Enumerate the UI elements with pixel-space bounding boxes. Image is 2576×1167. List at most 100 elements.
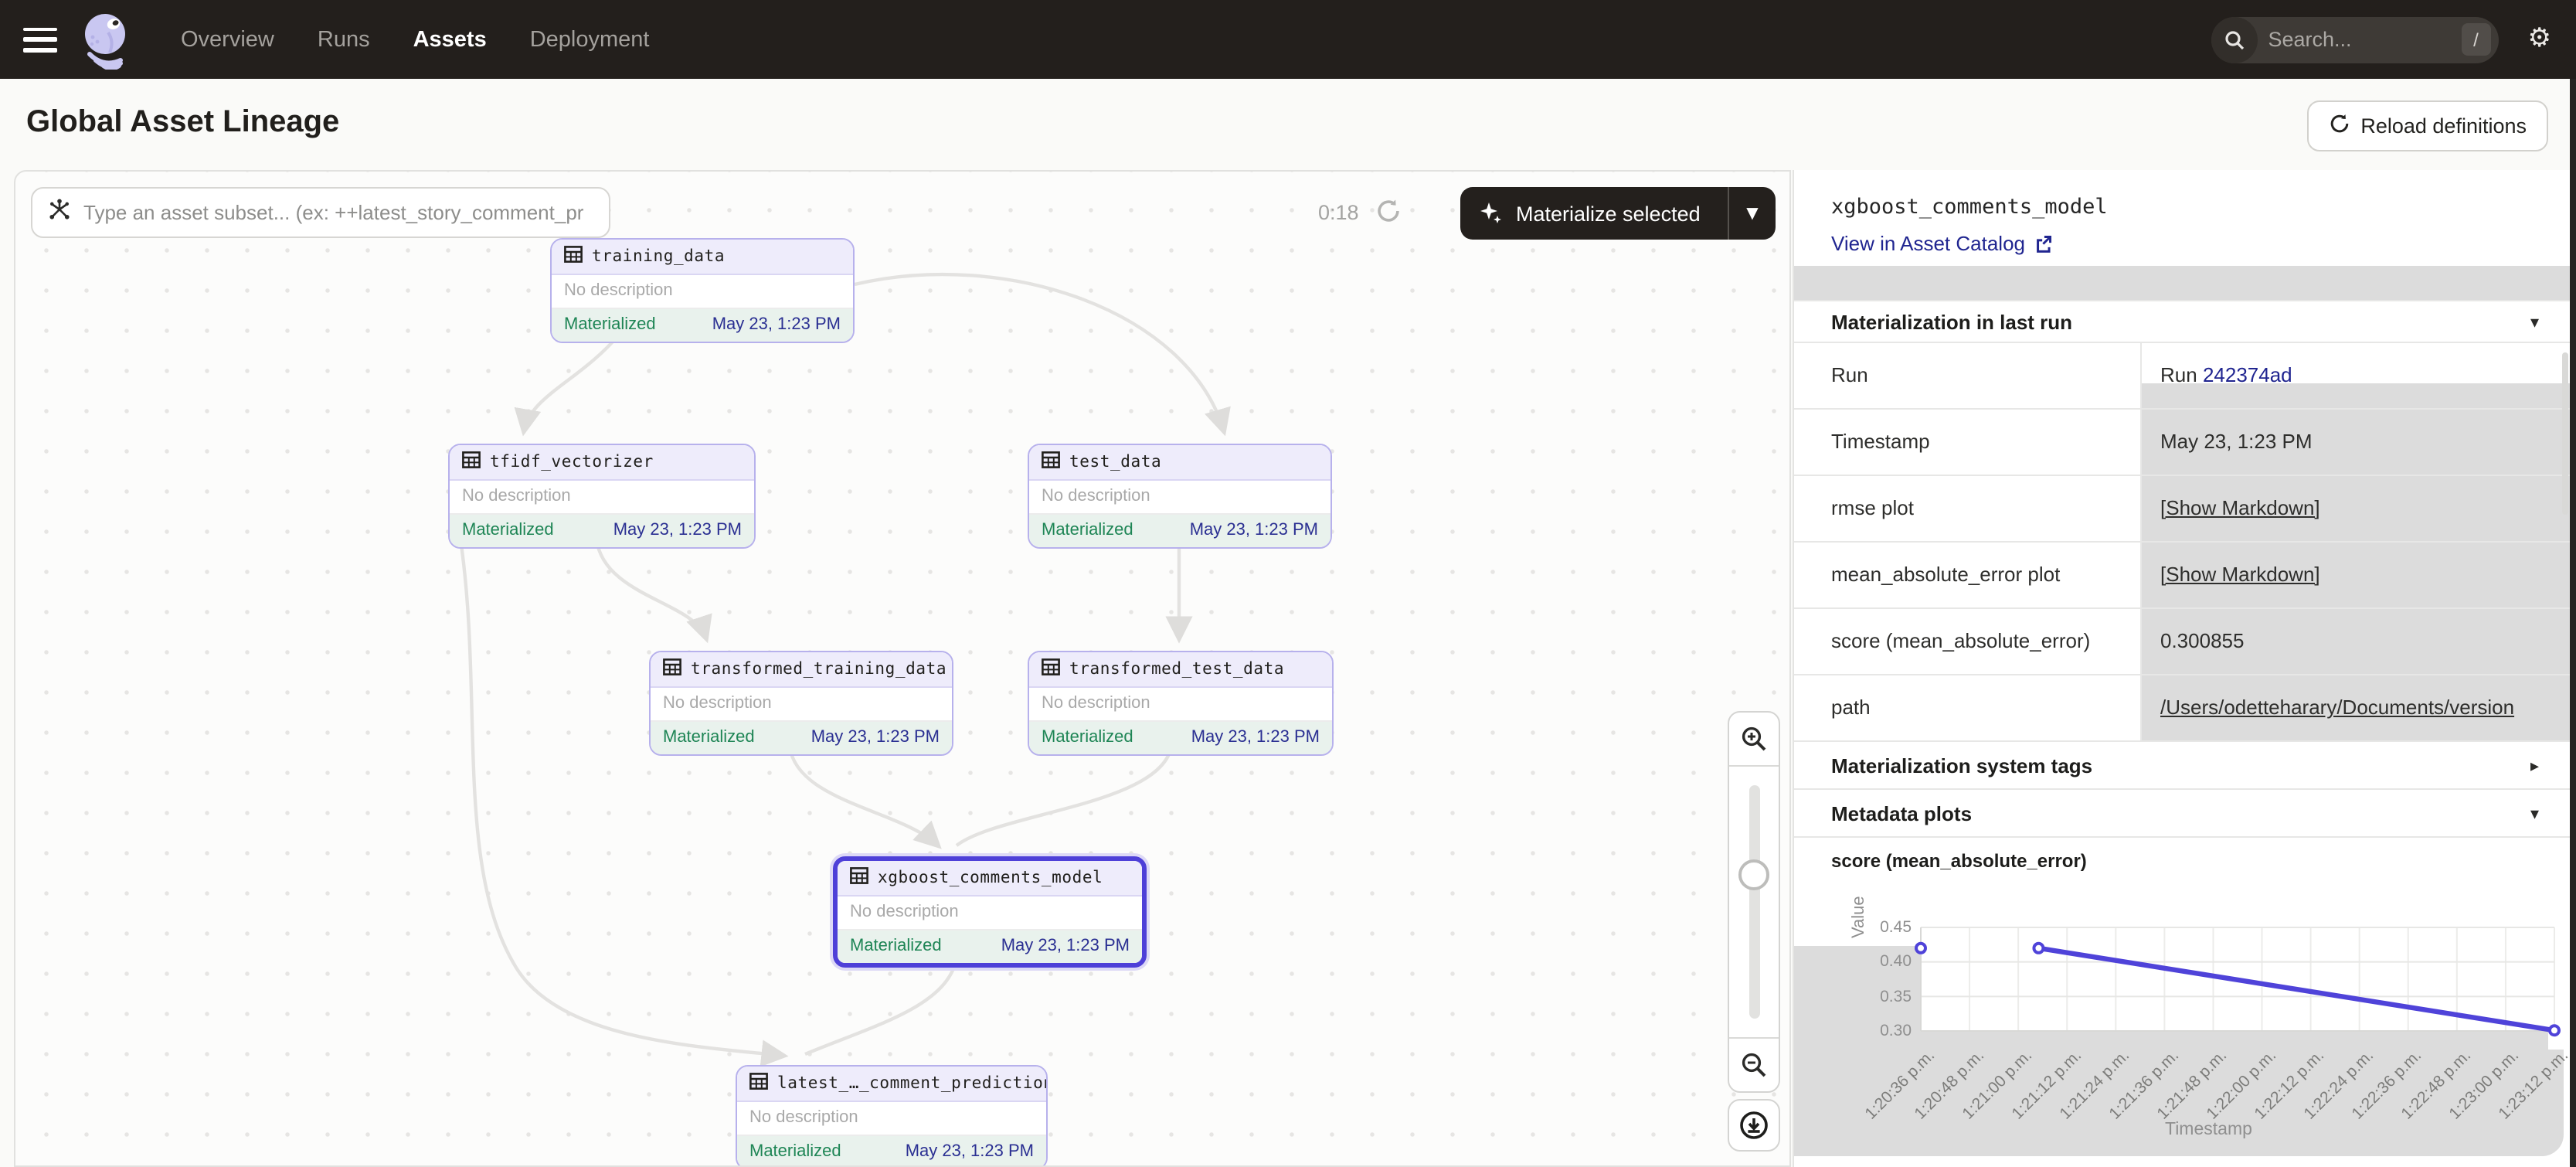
chevron-right-icon: ▸ (2530, 755, 2539, 775)
reload-icon (2328, 113, 2350, 139)
dagster-logo-icon[interactable] (79, 10, 134, 69)
asset-node-status: Materialized (850, 937, 942, 957)
materialize-selected-label: Materialize selected (1516, 202, 1701, 225)
asset-subset-placeholder: Type an asset subset... (ex: ++latest_st… (83, 201, 583, 224)
materialize-dropdown-caret[interactable]: ▼ (1729, 205, 1776, 222)
score-line-chart: 0.450.400.350.301:20:36 p.m.1:20:48 p.m.… (1794, 873, 2570, 1167)
catalog-link-label: View in Asset Catalog (1831, 232, 2025, 255)
metadata-row-mean-absolute-error-plot: mean_absolute_error plot [Show Markdown] (1794, 541, 2570, 607)
asset-node-description: No description (552, 275, 853, 309)
table-icon (749, 1073, 768, 1094)
metadata-table: RunRun 242374adTimestampMay 23, 1:23 PMr… (1794, 342, 2570, 740)
asset-node-status: Materialized (564, 315, 656, 335)
asset-node-tfidf_vectorizer[interactable]: tfidf_vectorizer No description Materializ… (448, 444, 756, 549)
asset-node-description: No description (450, 481, 754, 515)
page-title: Global Asset Lineage (26, 105, 339, 141)
selection-highlight-band (1794, 266, 2570, 300)
metadata-value-link[interactable]: [Show Markdown] (2160, 563, 2320, 586)
graph-zoom-controls (1728, 711, 1780, 1093)
zoom-slider-track[interactable] (1749, 785, 1760, 1019)
main-content: training_data No description Materialized M… (0, 170, 2576, 1167)
section-label: Metadata plots (1831, 801, 1972, 825)
page-header: Global Asset Lineage Reload definitions (0, 79, 2576, 170)
panel-scrollbar-thumb[interactable] (2562, 352, 2568, 515)
asset-node-name: training_data (592, 247, 725, 266)
x-axis-title: Timestamp (2165, 1121, 2252, 1139)
asset-node-timestamp: May 23, 1:23 PM (1190, 521, 1318, 541)
nav-tab-runs[interactable]: Runs (318, 27, 370, 52)
metadata-value: [Show Markdown] (2142, 543, 2570, 607)
asset-node-description: No description (838, 897, 1142, 931)
asset-node-transformed_test_data[interactable]: transformed_test_dataNo descriptionMater… (1028, 651, 1334, 756)
asset-node-xgboost_comments_model[interactable]: xgboost_comments_model No description Mate… (833, 856, 1147, 968)
nav-tab-deployment[interactable]: Deployment (530, 27, 650, 52)
search-shortcut-badge: / (2462, 23, 2491, 56)
asset-node-status: Materialized (663, 728, 755, 748)
selection-highlight (2142, 383, 2570, 408)
download-graph-button[interactable] (1728, 1099, 1780, 1152)
asset-node-status: Materialized (462, 521, 554, 541)
asset-subset-input[interactable]: Type an asset subset... (ex: ++latest_st… (31, 187, 610, 238)
metadata-value: 0.300855 (2142, 609, 2570, 674)
asset-node-transformed_training_data[interactable]: transformed_training_data No description M… (649, 651, 953, 756)
y-axis-title: Value (1850, 896, 1868, 938)
asset-node-timestamp: May 23, 1:23 PM (712, 315, 841, 335)
materialize-selected-button[interactable]: Materialize selected ▼ (1460, 187, 1776, 240)
asset-node-description: No description (737, 1102, 1046, 1136)
metadata-value: Run 242374ad (2142, 343, 2570, 408)
table-icon (850, 867, 868, 889)
asset-node-timestamp: May 23, 1:23 PM (1001, 937, 1130, 957)
metadata-row-score-mean-absolute-error-: score (mean_absolute_error)0.300855 (1794, 607, 2570, 674)
zoom-in-button[interactable] (1729, 713, 1779, 765)
metadata-value: May 23, 1:23 PM (2142, 410, 2570, 475)
metadata-key: rmse plot (1794, 476, 2142, 541)
asset-node-name: tfidf_vectorizer (490, 453, 654, 471)
global-search[interactable]: Search... / (2211, 16, 2499, 63)
asset-node-name: xgboost_comments_model (878, 869, 1103, 887)
section-metadata-plots[interactable]: Metadata plots ▾ (1794, 788, 2570, 836)
settings-gear-icon[interactable]: ⚙ (2528, 26, 2552, 53)
metadata-value-link[interactable]: [Show Markdown] (2160, 496, 2320, 519)
metadata-value-link[interactable]: /Users/odetteharary/Documents/version (2160, 696, 2514, 719)
search-placeholder: Search... (2268, 28, 2462, 51)
table-icon (462, 451, 481, 473)
asset-node-test_data[interactable]: test_dataNo descriptionMaterializedMay 2… (1028, 444, 1332, 549)
asset-node-description: No description (1029, 481, 1330, 515)
section-label: Materialization in last run (1831, 310, 2072, 333)
metadata-key: Timestamp (1794, 410, 2142, 475)
zoom-slider-handle[interactable] (1738, 859, 1769, 890)
metadata-key: mean_absolute_error plot (1794, 543, 2142, 607)
section-materialization-last-run[interactable]: Materialization in last run ▾ (1794, 300, 2570, 342)
metadata-row-timestamp: TimestampMay 23, 1:23 PM (1794, 408, 2570, 475)
chevron-down-icon: ▾ (2530, 803, 2539, 823)
reload-definitions-label: Reload definitions (2360, 114, 2527, 138)
asset-node-training_data[interactable]: training_data No description Materialized M… (550, 238, 855, 343)
y-tick-label: 0.30 (1859, 1022, 1912, 1040)
asset-node-name: transformed_test_data (1069, 660, 1284, 679)
metadata-row-run: RunRun 242374ad (1794, 342, 2570, 408)
nav-tab-overview[interactable]: Overview (181, 27, 274, 52)
asset-node-timestamp: May 23, 1:23 PM (811, 728, 940, 748)
metadata-value: [Show Markdown] (2142, 476, 2570, 541)
zoom-slider[interactable] (1729, 765, 1779, 1039)
zoom-out-button[interactable] (1729, 1039, 1779, 1091)
metadata-key: path (1794, 675, 2142, 740)
asset-node-description: No description (651, 688, 952, 722)
metadata-plot-title: score (mean_absolute_error) (1831, 850, 2087, 872)
asset-node-timestamp: May 23, 1:23 PM (613, 521, 742, 541)
hamburger-menu-icon[interactable] (23, 27, 57, 52)
section-materialization-system-tags[interactable]: Materialization system tags ▸ (1794, 740, 2570, 788)
table-icon (1042, 451, 1060, 473)
asset-node-status: Materialized (1042, 521, 1133, 541)
section-label: Materialization system tags (1831, 754, 2092, 777)
asset-node-latest_comment_predictions[interactable]: latest_…_comment_predictionsNo descripti… (736, 1065, 1048, 1167)
refresh-timer: 0:18 (1318, 201, 1359, 224)
dagster-app: Overview Runs Assets Deployment Search... /… (0, 0, 2576, 1167)
chevron-down-icon: ▾ (2530, 311, 2539, 332)
asset-node-name: transformed_training_data (691, 660, 946, 679)
graph-refresh-icon[interactable] (1375, 198, 1402, 232)
nav-tab-assets[interactable]: Assets (413, 27, 487, 52)
divider (1794, 836, 2570, 838)
view-in-asset-catalog-link[interactable]: View in Asset Catalog (1831, 232, 2053, 255)
reload-definitions-button[interactable]: Reload definitions (2306, 100, 2548, 151)
